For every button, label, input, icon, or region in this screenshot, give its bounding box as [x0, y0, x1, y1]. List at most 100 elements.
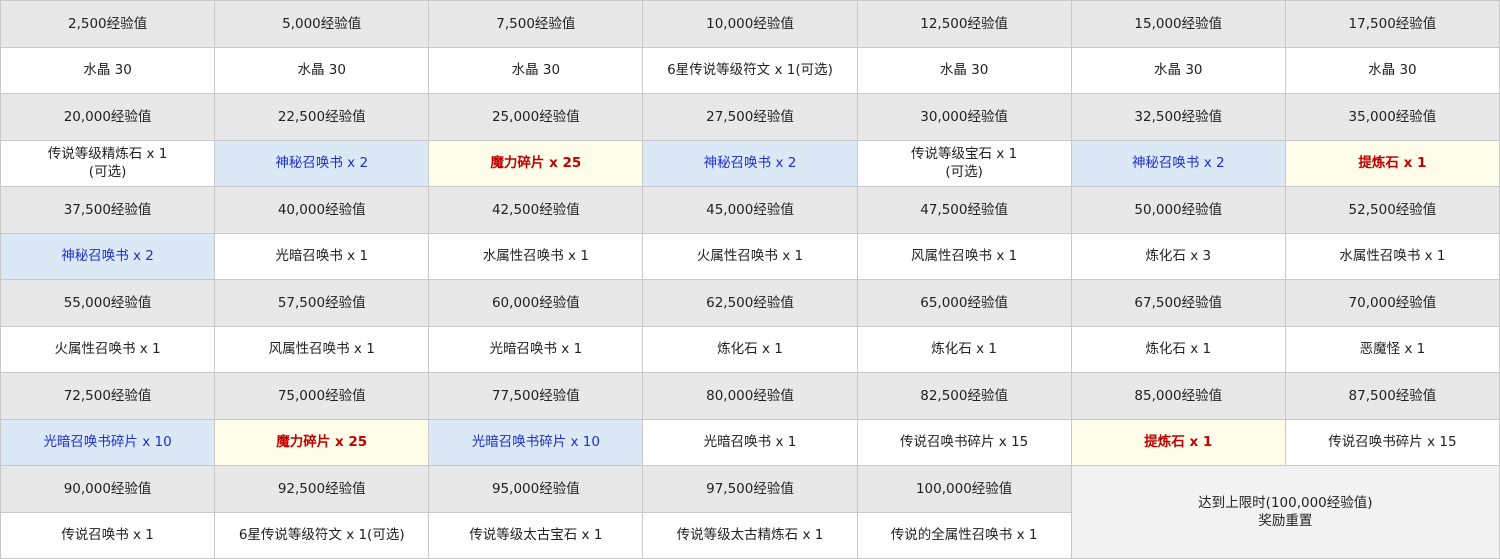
reward-cell: 提炼石 x 1: [1284, 139, 1500, 187]
xp-threshold-cell: 12,500经验值: [856, 0, 1072, 48]
xp-threshold-cell: 25,000经验值: [428, 93, 644, 141]
reward-cell: 光暗召唤书碎片 x 10: [428, 418, 644, 466]
reward-cell: 水晶 30: [0, 46, 216, 94]
xp-threshold-row: 37,500经验值 40,000经验值 42,500经验值 45,000经验值 47,5…: [0, 186, 1500, 234]
xp-threshold-cell: 100,000经验值: [856, 465, 1072, 513]
xp-threshold-cell: 32,500经验值: [1070, 93, 1286, 141]
xp-threshold-cell: 65,000经验值: [856, 279, 1072, 327]
xp-threshold-cell: 52,500经验值: [1284, 186, 1500, 234]
reward-cell: 魔力碎片 x 25: [214, 418, 430, 466]
reward-cell: 恶魔怪 x 1: [1284, 325, 1500, 373]
reward-cell: 炼化石 x 1: [856, 325, 1072, 373]
reward-cell: 传说召唤书 x 1: [0, 511, 216, 559]
reward-cell: 神秘召唤书 x 2: [0, 232, 216, 280]
reward-cell: 水晶 30: [1284, 46, 1500, 94]
reward-text: 传说等级宝石 x 1: [911, 146, 1018, 163]
reward-cell: 魔力碎片 x 25: [428, 139, 644, 187]
reward-cell: 水晶 30: [1070, 46, 1286, 94]
reward-cell: 水晶 30: [214, 46, 430, 94]
xp-threshold-cell: 40,000经验值: [214, 186, 430, 234]
reward-table-body: 2,500经验值 5,000经验值 7,500经验值 10,000经验值 12,500经…: [0, 0, 1500, 559]
reward-cell: 传说等级太古精炼石 x 1: [642, 511, 858, 559]
xp-threshold-row: 72,500经验值 75,000经验值 77,500经验值 80,000经验值 82,5…: [0, 372, 1500, 420]
reward-cell: 炼化石 x 3: [1070, 232, 1286, 280]
reward-cell: 水属性召唤书 x 1: [1284, 232, 1500, 280]
xp-threshold-cell: 80,000经验值: [642, 372, 858, 420]
xp-threshold-cell: 97,500经验值: [642, 465, 858, 513]
xp-threshold-cell: 75,000经验值: [214, 372, 430, 420]
reward-row: 水晶 30 水晶 30 水晶 30 6星传说等级符文 x 1(可选) 水晶 30 水晶 3…: [0, 46, 1500, 94]
xp-threshold-cell: 15,000经验值: [1070, 0, 1286, 48]
reward-cell: 风属性召唤书 x 1: [214, 325, 430, 373]
xp-threshold-cell: 10,000经验值: [642, 0, 858, 48]
xp-threshold-cell: 85,000经验值: [1070, 372, 1286, 420]
reward-cell: 神秘召唤书 x 2: [214, 139, 430, 187]
xp-threshold-cell: 70,000经验值: [1284, 279, 1500, 327]
reward-cell: 火属性召唤书 x 1: [642, 232, 858, 280]
reward-row: 传说等级精炼石 x 1 (可选) 神秘召唤书 x 2 魔力碎片 x 25 神秘召唤书 x…: [0, 139, 1500, 187]
reward-row: 光暗召唤书碎片 x 10 魔力碎片 x 25 光暗召唤书碎片 x 10 光暗召唤书 x…: [0, 418, 1500, 466]
xp-threshold-cell: 27,500经验值: [642, 93, 858, 141]
xp-threshold-cell: 62,500经验值: [642, 279, 858, 327]
reward-cell: 火属性召唤书 x 1: [0, 325, 216, 373]
xp-threshold-cell: 50,000经验值: [1070, 186, 1286, 234]
reward-cell: 神秘召唤书 x 2: [1070, 139, 1286, 187]
reward-table: 2,500经验值 5,000经验值 7,500经验值 10,000经验值 12,500经…: [0, 0, 1500, 559]
reward-cell: 传说召唤书碎片 x 15: [856, 418, 1072, 466]
xp-threshold-cell: 55,000经验值: [0, 279, 216, 327]
reward-cell: 神秘召唤书 x 2: [642, 139, 858, 187]
xp-threshold-cell: 72,500经验值: [0, 372, 216, 420]
xp-threshold-cell: 17,500经验值: [1284, 0, 1500, 48]
xp-threshold-cell: 42,500经验值: [428, 186, 644, 234]
xp-threshold-cell: 95,000经验值: [428, 465, 644, 513]
reward-cell: 水晶 30: [856, 46, 1072, 94]
reward-cell: 传说等级太古宝石 x 1: [428, 511, 644, 559]
xp-threshold-cell: 30,000经验值: [856, 93, 1072, 141]
xp-threshold-cell: 90,000经验值: [0, 465, 216, 513]
reset-note-line2: 奖励重置: [1258, 513, 1313, 529]
xp-threshold-cell: 60,000经验值: [428, 279, 644, 327]
reset-note-line1: 达到上限时(100,000经验值): [1198, 494, 1373, 511]
xp-threshold-row: 2,500经验值 5,000经验值 7,500经验值 10,000经验值 12,500经…: [0, 0, 1500, 48]
reward-cell: 水晶 30: [428, 46, 644, 94]
reward-cell: 光暗召唤书 x 1: [428, 325, 644, 373]
reward-cell: 传说等级宝石 x 1 (可选): [856, 139, 1072, 187]
reward-cell: 风属性召唤书 x 1: [856, 232, 1072, 280]
reward-note: (可选): [88, 164, 127, 181]
reward-cell: 提炼石 x 1: [1070, 418, 1286, 466]
xp-threshold-cell: 82,500经验值: [856, 372, 1072, 420]
reward-note: (可选): [945, 164, 983, 181]
xp-threshold-cell: 87,500经验值: [1284, 372, 1500, 420]
reward-cell: 6星传说等级符文 x 1(可选): [214, 511, 430, 559]
xp-threshold-cell: 22,500经验值: [214, 93, 430, 141]
reward-cell: 6星传说等级符文 x 1(可选): [642, 46, 858, 94]
xp-threshold-cell: 47,500经验值: [856, 186, 1072, 234]
xp-threshold-cell: 2,500经验值: [0, 0, 216, 48]
reward-row: 火属性召唤书 x 1 风属性召唤书 x 1 光暗召唤书 x 1 炼化石 x 1 炼化石 …: [0, 325, 1500, 373]
xp-threshold-row: 90,000经验值 92,500经验值 95,000经验值 97,500经验值 100,…: [0, 465, 1500, 559]
reward-cell: 水属性召唤书 x 1: [428, 232, 644, 280]
reward-text: 传说等级精炼石 x 1: [47, 146, 168, 163]
reward-cell: 传说等级精炼石 x 1 (可选): [0, 139, 216, 187]
reward-cell: 传说召唤书碎片 x 15: [1284, 418, 1500, 466]
reset-note-cell: 达到上限时(100,000经验值) 奖励重置: [1070, 465, 1500, 559]
reward-cell: 光暗召唤书 x 1: [214, 232, 430, 280]
xp-threshold-cell: 77,500经验值: [428, 372, 644, 420]
xp-threshold-cell: 92,500经验值: [214, 465, 430, 513]
xp-threshold-row: 55,000经验值 57,500经验值 60,000经验值 62,500经验值 65,0…: [0, 279, 1500, 327]
reward-cell: 炼化石 x 1: [642, 325, 858, 373]
xp-threshold-cell: 37,500经验值: [0, 186, 216, 234]
reward-cell: 光暗召唤书碎片 x 10: [0, 418, 216, 466]
xp-threshold-cell: 7,500经验值: [428, 0, 644, 48]
xp-threshold-row: 20,000经验值 22,500经验值 25,000经验值 27,500经验值 30,0…: [0, 93, 1500, 141]
xp-threshold-cell: 45,000经验值: [642, 186, 858, 234]
xp-threshold-cell: 5,000经验值: [214, 0, 430, 48]
xp-threshold-cell: 57,500经验值: [214, 279, 430, 327]
reward-row: 神秘召唤书 x 2 光暗召唤书 x 1 水属性召唤书 x 1 火属性召唤书 x 1 风属…: [0, 232, 1500, 280]
xp-threshold-cell: 67,500经验值: [1070, 279, 1286, 327]
xp-threshold-cell: 20,000经验值: [0, 93, 216, 141]
reward-cell: 传说的全属性召唤书 x 1: [856, 511, 1072, 559]
xp-threshold-cell: 35,000经验值: [1284, 93, 1500, 141]
reward-cell: 炼化石 x 1: [1070, 325, 1286, 373]
reward-cell: 光暗召唤书 x 1: [642, 418, 858, 466]
